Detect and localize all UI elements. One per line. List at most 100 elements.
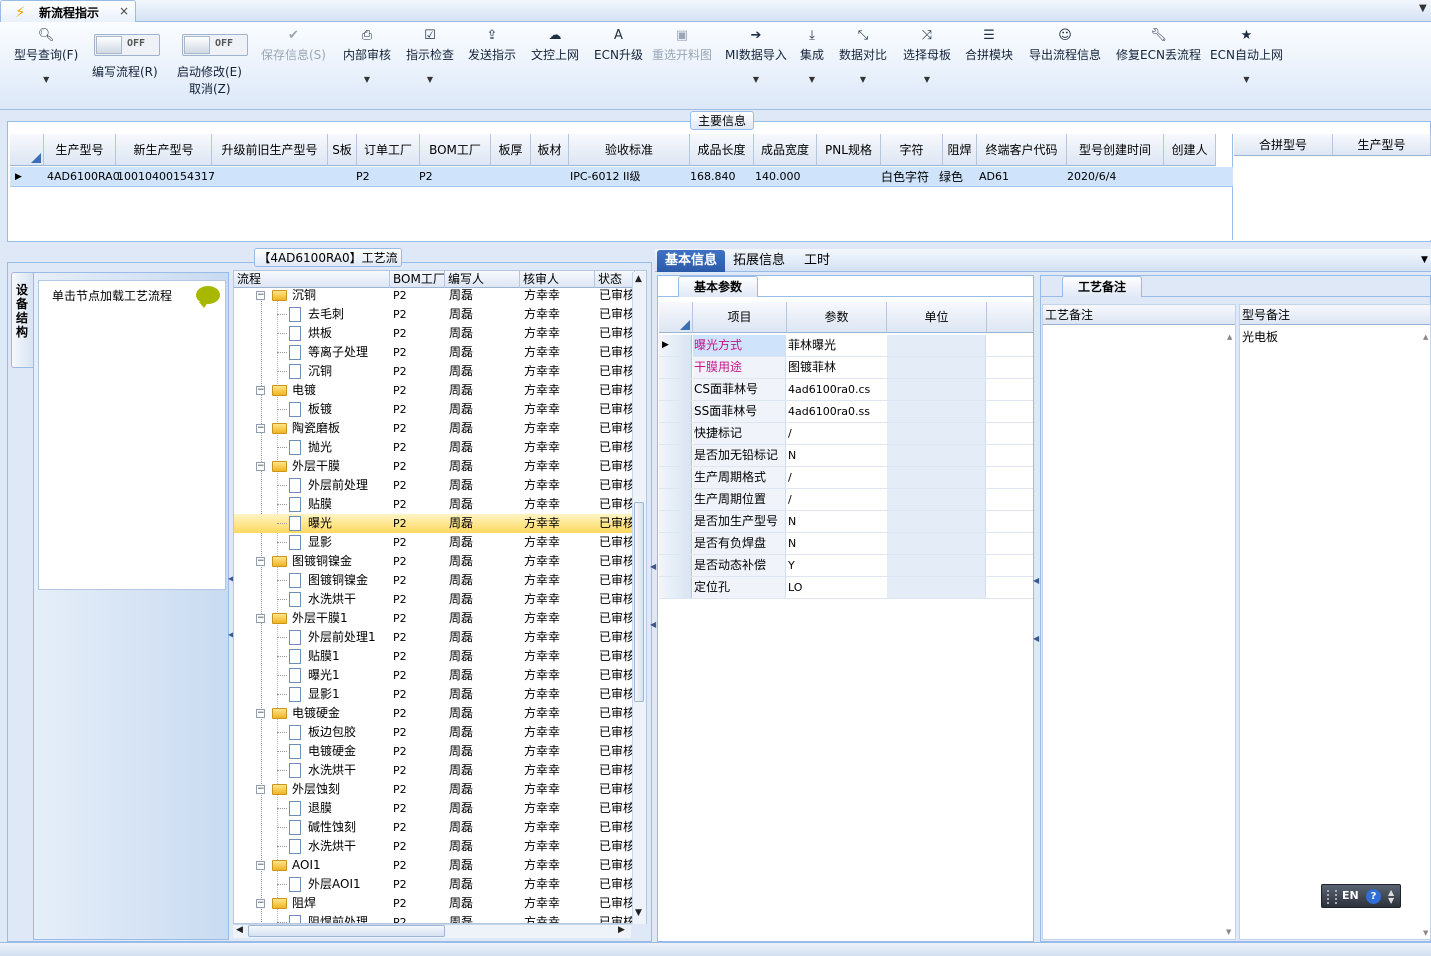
horizontal-splitter[interactable] [0, 242, 1431, 248]
auto-modify-toggle[interactable]: OFF [182, 34, 248, 56]
column-header[interactable]: 升级前旧生产型号 [212, 134, 328, 166]
process-notes-field[interactable]: 工艺备注 ▲ [1042, 304, 1236, 940]
tree-row[interactable]: 烘板 P2 周磊 方幸幸 已审核 [234, 324, 632, 343]
column-header[interactable]: 板厚 [491, 134, 531, 166]
scroll-down-icon[interactable]: ▼ [635, 908, 642, 918]
param-unit[interactable] [887, 401, 986, 422]
collapse-toggle-icon[interactable]: − [256, 709, 265, 718]
column-header[interactable]: 字符 [881, 134, 943, 166]
column-header[interactable]: PNL规格 [817, 134, 881, 166]
collapse-toggle-icon[interactable]: − [256, 291, 265, 300]
tree-row[interactable]: − 陶瓷磨板 P2 周磊 方幸幸 已审核 [234, 419, 632, 438]
tree-row[interactable]: 曝光 P2 周磊 方幸幸 已审核 [234, 514, 632, 533]
scroll-left-icon[interactable]: ◀ [236, 925, 243, 935]
cell-length[interactable]: 168.840 [687, 167, 736, 187]
cell-standard[interactable]: IPC-6012 II级 [567, 167, 641, 187]
collapse-left-icon[interactable]: ◀ [650, 562, 656, 571]
tab-basic-params[interactable]: 基本参数 [678, 276, 758, 297]
tree-row[interactable]: 去毛刺 P2 周磊 方幸幸 已审核 [234, 305, 632, 324]
column-header[interactable]: 验收标准 [569, 134, 690, 166]
tree-row[interactable]: − 外层干膜1 P2 周磊 方幸幸 已审核 [234, 609, 632, 628]
column-header[interactable]: 创建人 [1164, 134, 1216, 166]
cell-bom-factory[interactable]: P2 [416, 167, 433, 187]
param-row[interactable]: SS面菲林号 4ad6100ra0.ss [659, 401, 1033, 423]
column-header[interactable]: S板 [328, 134, 357, 166]
collapse-left-icon[interactable]: ◀ [1033, 576, 1039, 585]
collapse-toggle-icon[interactable]: − [256, 557, 265, 566]
tree-row[interactable]: 板镀 P2 周磊 方幸幸 已审核 [234, 400, 632, 419]
tree-row[interactable]: − AOI1 P2 周磊 方幸幸 已审核 [234, 856, 632, 875]
tab-basic-info[interactable]: 基本信息 [657, 250, 726, 272]
scroll-right-icon[interactable]: ▶ [618, 925, 625, 935]
cell-new-model[interactable]: 10010400154317 [114, 167, 215, 187]
repair-ecn-button[interactable]: 🔧︎ 修复ECN丢流程 [1116, 28, 1201, 63]
reselect-chart-button[interactable]: ▣ 重选开料图 [652, 28, 712, 63]
scroll-down-icon[interactable]: ▼ [1226, 928, 1231, 936]
document-tab[interactable]: ⚡ 新流程指示 × [0, 0, 136, 23]
close-icon[interactable]: × [119, 4, 129, 18]
column-header[interactable]: 成品长度 [690, 134, 754, 166]
param-unit[interactable] [887, 423, 986, 444]
scroll-up-icon[interactable]: ▲ [1423, 333, 1428, 341]
param-value[interactable]: LO [787, 577, 886, 598]
instruction-check-button[interactable]: ☑ 指示检查 ▼ [406, 28, 454, 84]
param-row[interactable]: 快捷标记 / [659, 423, 1033, 445]
tree-row[interactable]: 图镀铜镍金 P2 周磊 方幸幸 已审核 [234, 571, 632, 590]
cell-solder-mask[interactable]: 绿色 [936, 167, 963, 187]
send-instruction-button[interactable]: ⇪ 发送指示 [468, 28, 516, 63]
chevron-down-icon[interactable]: ▼ [14, 75, 78, 84]
tree-row[interactable]: 贴膜1 P2 周磊 方幸幸 已审核 [234, 647, 632, 666]
chevron-down-icon[interactable]: ▼ [343, 75, 391, 84]
column-header[interactable]: BOM工厂 [420, 134, 491, 166]
chevron-down-icon[interactable]: ▼ [903, 75, 951, 84]
tree-row[interactable]: − 外层干膜 P2 周磊 方幸幸 已审核 [234, 457, 632, 476]
param-row[interactable]: 定位孔 LO [659, 577, 1033, 599]
column-header[interactable]: 阻焊 [943, 134, 977, 166]
help-icon[interactable]: ? [1366, 889, 1381, 904]
integrate-button[interactable]: ⤓ 集成 ▼ [800, 28, 824, 84]
node-card[interactable]: 单击节点加载工艺流程 [38, 280, 226, 590]
param-unit[interactable] [887, 357, 986, 378]
doc-upload-button[interactable]: ☁ 文控上网 [531, 28, 579, 63]
param-unit[interactable] [887, 445, 986, 466]
collapse-toggle-icon[interactable]: − [256, 424, 265, 433]
tree-row[interactable]: 阻焊前处理 P2 周磊 方幸幸 已审核 [234, 913, 632, 923]
chevron-down-icon[interactable]: ▼ [800, 75, 824, 84]
collapse-toggle-icon[interactable]: − [256, 785, 265, 794]
ecn-auto-upload-button[interactable]: ★ ECN自动上网 ▼ [1210, 28, 1283, 84]
tree-row[interactable]: 外层前处理 P2 周磊 方幸幸 已审核 [234, 476, 632, 495]
collapse-left-icon[interactable]: ◀ [1033, 634, 1039, 643]
param-value[interactable]: 4ad6100ra0.ss [787, 401, 886, 422]
cell-order-factory[interactable]: P2 [353, 167, 370, 187]
collapse-toggle-icon[interactable]: − [256, 462, 265, 471]
chevron-down-icon[interactable]: ▼ [406, 75, 454, 84]
tab-process-notes[interactable]: 工艺备注 [1062, 276, 1142, 297]
param-value[interactable]: 4ad6100ra0.cs [787, 379, 886, 400]
merge-module-button[interactable]: ☰ 合拼模块 [965, 28, 1013, 63]
tab-strip-dropdown-icon[interactable]: ▼ [1419, 3, 1427, 14]
model-query-button[interactable]: 🔍︎ 型号查询(F) ▼ [14, 28, 78, 84]
column-header[interactable]: 生产型号 [1333, 134, 1431, 156]
param-unit[interactable] [887, 335, 986, 356]
column-header[interactable]: 合拼型号 [1234, 134, 1333, 156]
chevron-down-icon[interactable]: ▼ [1421, 255, 1428, 265]
column-header[interactable]: 订单工厂 [357, 134, 420, 166]
tree-row[interactable]: − 沉铜 P2 周磊 方幸幸 已审核 [234, 286, 632, 305]
param-value[interactable]: N [787, 445, 886, 466]
tree-row[interactable]: 退膜 P2 周磊 方幸幸 已审核 [234, 799, 632, 818]
cancel-button[interactable]: 取消(Z) [189, 80, 231, 97]
param-value[interactable]: N [787, 533, 886, 554]
param-unit[interactable] [887, 379, 986, 400]
tree-row[interactable]: 水洗烘干 P2 周磊 方幸幸 已审核 [234, 837, 632, 856]
chevron-down-icon[interactable]: ▼ [725, 75, 787, 84]
collapse-toggle-icon[interactable]: − [256, 386, 265, 395]
language-bar[interactable]: EN ? ▲ ▼ [1321, 884, 1401, 908]
column-header[interactable]: 单位 [887, 302, 987, 333]
param-row[interactable]: 干膜用途 图镀菲林 [659, 357, 1033, 379]
param-unit[interactable] [887, 555, 986, 576]
scroll-down-icon[interactable]: ▼ [1423, 929, 1428, 937]
column-header[interactable]: 参数 [787, 302, 887, 333]
collapse-toggle-icon[interactable]: − [256, 614, 265, 623]
param-unit[interactable] [887, 489, 986, 510]
param-value[interactable]: 菲林曝光 [787, 335, 886, 356]
